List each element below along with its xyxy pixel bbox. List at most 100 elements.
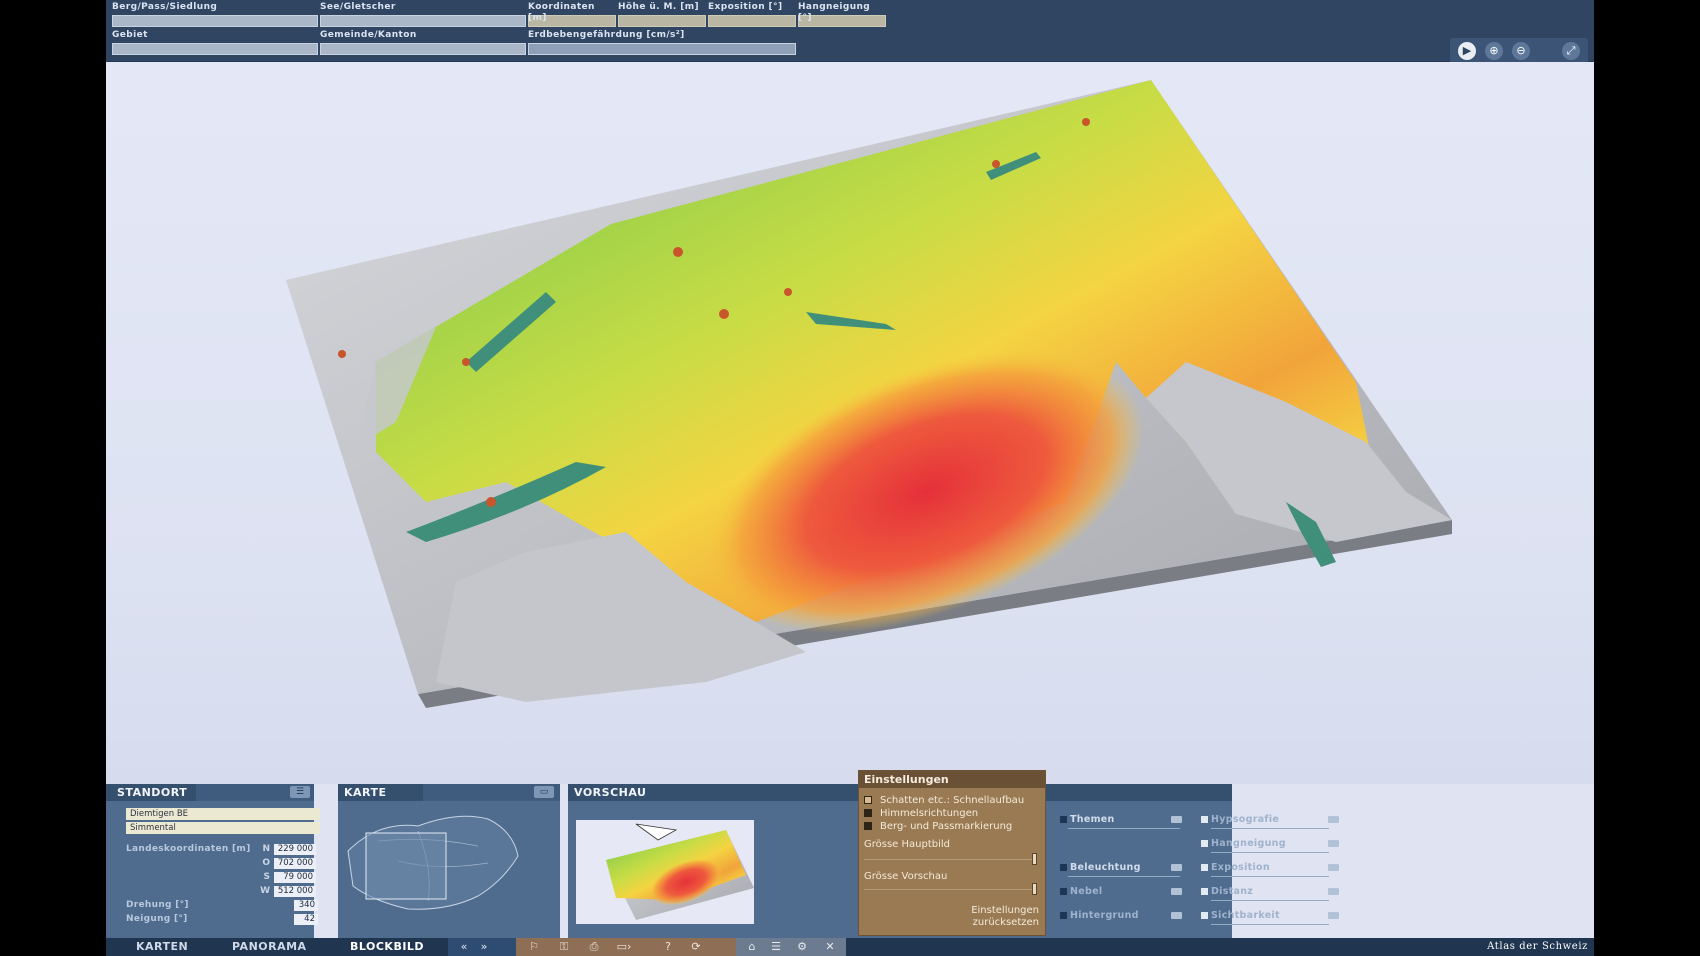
field-value [112,15,318,27]
field-label: Gebiet [112,30,148,40]
layer-label: Hintergrund [1070,910,1139,921]
standort-title: STANDORT [106,784,196,801]
layer-label: Sichtbarkeit [1211,910,1280,921]
layer-sichtbarkeit-slider[interactable] [1211,924,1329,925]
tab-blockbild[interactable]: BLOCKBILD [350,938,424,956]
layer-distanz[interactable]: Distanz [1201,886,1253,897]
layer-themen-settings-button[interactable] [1171,816,1182,823]
layer-sichtbarkeit[interactable]: Sichtbarkeit [1201,910,1280,921]
forward-icon[interactable]: » [472,938,496,956]
main-size-slider[interactable] [864,859,1032,860]
layer-nebel[interactable]: Nebel [1060,886,1103,897]
layer-themen-slider[interactable] [1068,828,1180,829]
checkbox-label: Himmelsrichtungen [880,808,979,819]
lock-icon[interactable]: ⚿ [552,938,576,956]
list-icon[interactable]: ☰ [290,786,310,798]
layer-exposition-settings-button[interactable] [1328,864,1339,871]
layer-hypsografie-slider[interactable] [1211,828,1329,829]
coord-key-n: N [262,844,270,854]
layer-nebel-settings-button[interactable] [1171,888,1182,895]
close-icon[interactable]: ✕ [818,938,842,956]
layer-hangneigung-settings-button[interactable] [1328,840,1339,847]
layer-label: Hangneigung [1211,838,1286,849]
coords-label: Landeskoordinaten [m] [126,844,251,854]
reset-settings-button[interactable]: Einstellungen zurücksetzen [971,905,1039,929]
coord-w-field[interactable]: 512 000 [274,886,316,897]
main-size-handle[interactable] [1032,853,1037,865]
field-label: Koordinaten [m] [528,2,595,23]
block-view[interactable] [106,62,1594,784]
tab-karten[interactable]: KARTEN [136,938,188,956]
sync-icon[interactable]: ⟳ [684,938,708,956]
layer-hangneigung-slider[interactable] [1211,852,1329,853]
field-hangneigung: Hangneigung [°] [798,2,886,27]
field-label: Höhe ü. M. [m] [618,2,700,12]
zoom-out-icon[interactable]: ⊖ [1512,42,1530,60]
layer-hintergrund[interactable]: Hintergrund [1060,910,1139,921]
reset-line-2: zurücksetzen [972,917,1039,928]
layer-themen[interactable]: Themen [1060,814,1115,825]
brand-logo: Atlas der Schweiz [1487,941,1588,952]
layer-label: Beleuchtung [1070,862,1141,873]
rotation-field[interactable]: 340 [294,900,318,911]
field-value [112,43,318,55]
layer-sichtbarkeit-settings-button[interactable] [1328,912,1339,919]
home-icon[interactable]: ⌂ [740,938,764,956]
checkbox-label: Schatten etc.: Schnellaufbau [880,795,1025,806]
location-field[interactable]: Diemtigen BE [126,808,320,820]
karte-panel: KARTE ▭ [338,784,560,938]
settings-icon[interactable]: ⚙ [790,938,814,956]
field-berg-pass-siedlung: Berg/Pass/Siedlung [112,2,318,27]
vorschau-title: VORSCHAU [568,784,856,801]
rotation-label: Drehung [°] [126,900,189,910]
field-gebiet: Gebiet [112,30,318,55]
checkbox-label: Berg- und Passmarkierung [880,821,1013,832]
checkbox-berg-passmarkierung[interactable]: Berg- und Passmarkierung [864,821,1012,833]
info-icon[interactable]: ⚐ [522,938,546,956]
field-label: See/Gletscher [320,2,396,12]
coord-key-w: W [260,886,270,896]
layer-beleuchtung[interactable]: Beleuchtung [1060,862,1141,873]
field-see-gletscher: See/Gletscher [320,2,526,27]
fullscreen-icon[interactable]: ⤢ [1562,42,1580,60]
zoom-in-icon[interactable]: ⊕ [1485,42,1503,60]
coord-n-field[interactable]: 229 000 [274,844,316,855]
layer-hangneigung[interactable]: Hangneigung [1201,838,1286,849]
layer-distanz-slider[interactable] [1211,900,1329,901]
map-toggle-icon[interactable]: ▭ [534,786,554,798]
export-icon[interactable]: ▭› [612,938,636,956]
layer-beleuchtung-settings-button[interactable] [1171,864,1182,871]
tab-panorama[interactable]: PANORAMA [232,938,307,956]
tilt-field[interactable]: 42 [294,914,318,925]
layer-beleuchtung-slider[interactable] [1068,876,1180,877]
layer-hypsografie-settings-button[interactable] [1328,816,1339,823]
view-extent-rect [365,832,447,900]
play-icon[interactable]: ▶ [1458,42,1476,60]
layer-label: Nebel [1070,886,1103,897]
karte-title: KARTE [338,784,423,801]
preview-size-slider[interactable] [864,889,1032,890]
coord-s-field[interactable]: 79 000 [274,872,316,883]
layer-hintergrund-settings-button[interactable] [1171,912,1182,919]
layer-label: Exposition [1211,862,1270,873]
help-icon[interactable]: ? [656,938,680,956]
layer-exposition-slider[interactable] [1211,876,1329,877]
coord-o-field[interactable]: 702 000 [274,858,316,869]
layer-exposition[interactable]: Exposition [1201,862,1270,873]
legend-icon[interactable]: ☰ [764,938,788,956]
field-erdbebengefaehrdung: Erdbebengefährdung [cm/s²] [528,30,796,55]
bottom-bar: KARTEN PANORAMA BLOCKBILD « » ⚐ ⚿ ⎙ ▭› ?… [106,938,1594,956]
vorschau-panel: VORSCHAU [568,784,856,938]
layer-label: Hypsografie [1211,814,1280,825]
field-exposition: Exposition [°] [708,2,796,27]
layer-distanz-settings-button[interactable] [1328,888,1339,895]
checkbox-himmelsrichtungen[interactable]: Himmelsrichtungen [864,808,978,820]
preview-image[interactable] [576,820,754,924]
checkbox-schatten[interactable]: Schatten etc.: Schnellaufbau [864,795,1024,807]
region-field[interactable]: Simmental [126,822,320,834]
preview-size-handle[interactable] [1032,883,1037,895]
field-value [528,43,796,55]
print-icon[interactable]: ⎙ [582,938,606,956]
overview-map[interactable] [338,801,560,938]
layer-hypsografie[interactable]: Hypsografie [1201,814,1280,825]
